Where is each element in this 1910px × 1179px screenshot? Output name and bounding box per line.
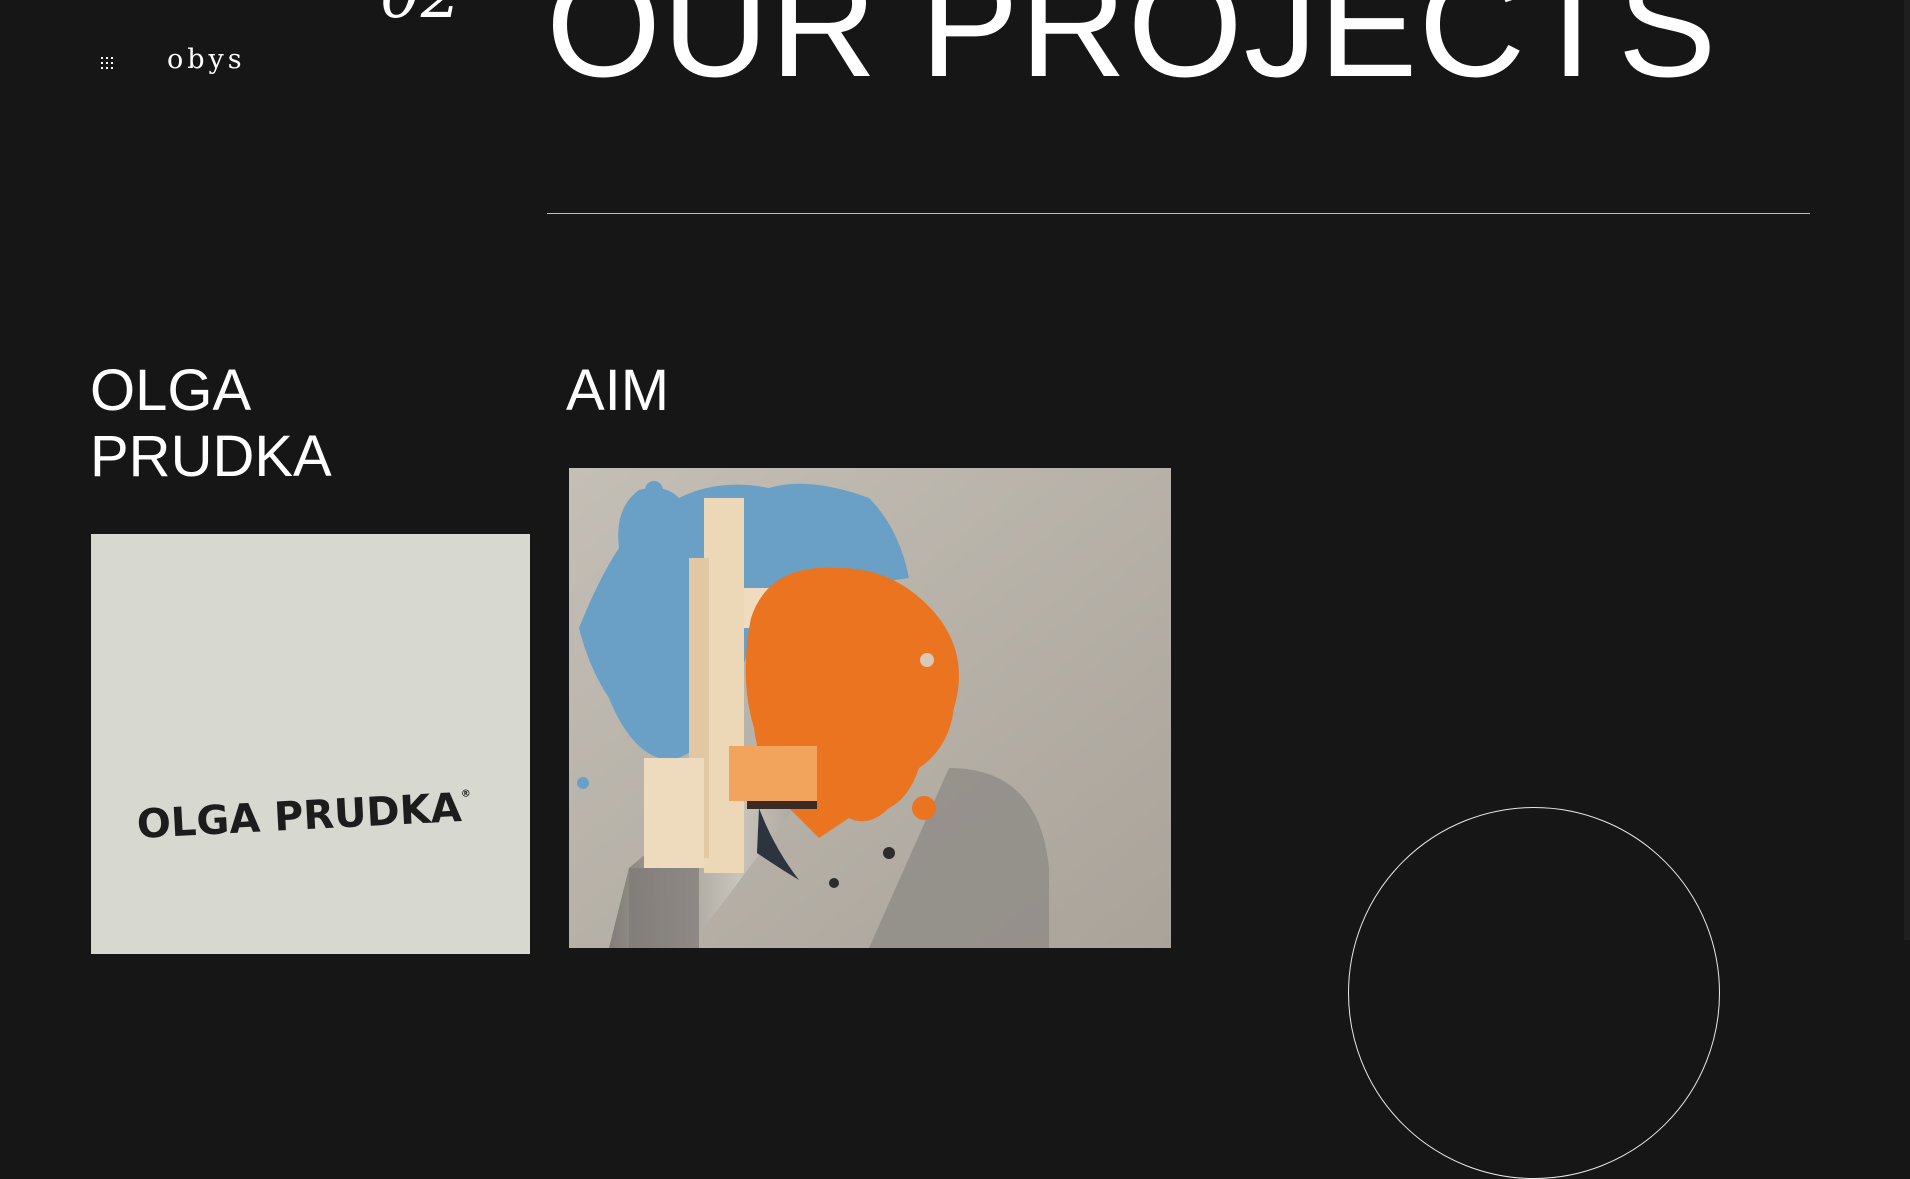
abstract-collage-artwork: [569, 468, 1171, 948]
section-number: 02: [380, 0, 461, 28]
title-divider: [547, 213, 1810, 214]
project-title-line: OLGA: [90, 358, 252, 423]
project-title-olga-prudka[interactable]: OLGA PRUDKA: [90, 358, 390, 490]
project-thumbnail-olga-prudka[interactable]: OLGA PRUDKA®: [91, 534, 530, 954]
olga-prudka-logo-text: OLGA PRUDKA: [135, 785, 463, 848]
registered-mark: ®: [460, 788, 472, 801]
project-title-line: PRUDKA: [90, 424, 332, 489]
project-title-aim[interactable]: AIM: [566, 358, 669, 424]
scrollbar[interactable]: [1904, 0, 1910, 940]
circle-button[interactable]: [1348, 807, 1720, 1179]
olga-prudka-logo: OLGA PRUDKA®: [136, 785, 473, 848]
grid-menu-icon[interactable]: [101, 57, 115, 71]
page-title: OUR PROJECTS: [546, 0, 1718, 108]
logo[interactable]: obys: [167, 44, 246, 75]
project-thumbnail-aim[interactable]: [569, 468, 1171, 948]
